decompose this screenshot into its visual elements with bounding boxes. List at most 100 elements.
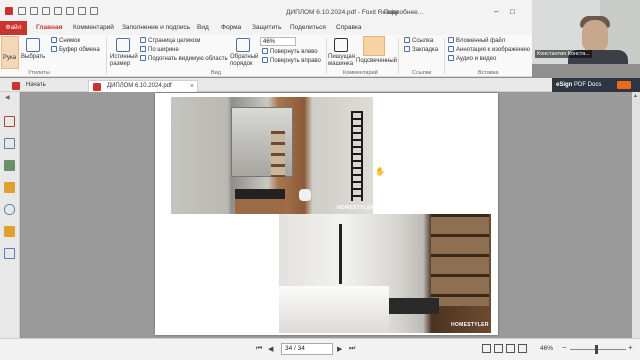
zoom-select[interactable]: 46% <box>260 37 296 46</box>
attachment-button[interactable]: Вложенный файл <box>448 37 505 44</box>
facing-view-icon[interactable] <box>506 344 515 353</box>
select-button[interactable]: Выбрать <box>21 54 45 60</box>
webcam-person-face <box>582 20 608 52</box>
tab-share[interactable]: Поделиться <box>290 24 326 31</box>
actual-size-button[interactable]: Истинный размер <box>110 54 138 68</box>
tab-protect[interactable]: Защитить <box>252 24 282 31</box>
maximize-icon[interactable]: □ <box>510 7 515 16</box>
attachment-icon[interactable] <box>4 204 15 215</box>
tab-start-label: Начать <box>26 82 46 88</box>
document-tab-row: Начать ДИПЛОМ 6.10.2024.pdf × <box>0 78 640 92</box>
clipboard-label: Буфер обмена <box>59 47 100 53</box>
hand-tool-icon[interactable] <box>90 7 98 15</box>
fit-page-button[interactable]: Страница целиком <box>140 37 200 44</box>
zoom-level: 46% <box>540 345 554 352</box>
undo-icon[interactable] <box>66 7 74 15</box>
comments-icon[interactable] <box>4 182 15 193</box>
print-icon[interactable] <box>42 7 50 15</box>
continuous-facing-view-icon[interactable] <box>518 344 527 353</box>
select-icon <box>26 38 40 52</box>
single-page-view-icon[interactable] <box>482 344 491 353</box>
render-shelves <box>431 214 489 306</box>
zoom-in-icon[interactable]: + <box>628 343 633 352</box>
layers-icon[interactable] <box>4 160 15 171</box>
minimize-icon[interactable]: – <box>494 7 498 16</box>
file-menu[interactable]: Файл <box>0 21 27 35</box>
fit-visible-icon <box>140 55 146 61</box>
fit-visible-label: Подогнать видимую область <box>148 56 228 62</box>
reverse-order-button[interactable]: Обратный порядок <box>230 54 258 68</box>
window-title: ДИПЛОМ 6.10.2024.pdf - Foxit Reader <box>286 9 400 16</box>
fit-page-icon <box>140 37 146 43</box>
zoom-out-icon[interactable]: − <box>562 343 567 352</box>
document-workspace[interactable]: HOMESTYLER HOMESTYLER ✋ <box>21 92 640 338</box>
page-number-input[interactable]: 34 / 34 <box>281 343 333 355</box>
highlight-icon <box>363 36 385 56</box>
prev-page-icon[interactable]: ◀ <box>268 345 273 353</box>
tab-view[interactable]: Вид <box>197 24 209 31</box>
zoom-slider-handle[interactable] <box>594 345 598 354</box>
last-page-icon[interactable]: ⏭ <box>349 345 355 353</box>
continuous-view-icon[interactable] <box>494 344 503 353</box>
tab-fill-sign[interactable]: Заполнение и подпись <box>122 24 190 31</box>
fit-page-label: Страница целиком <box>148 38 201 44</box>
audio-video-button[interactable]: Аудио и видео <box>448 55 496 62</box>
scroll-up-icon[interactable]: ▲ <box>633 93 638 99</box>
rotate-left-button[interactable]: Повернуть влево <box>262 48 318 55</box>
pages-icon[interactable] <box>4 116 15 127</box>
tab-document[interactable]: ДИПЛОМ 6.10.2024.pdf × <box>88 80 198 92</box>
home-icon <box>12 82 20 90</box>
status-bar: ⏮ ◀ 34 / 34 ▶ ⏭ 46% − + <box>0 338 640 360</box>
tab-comment[interactable]: Комментарий <box>73 24 114 31</box>
snapshot-button[interactable]: Снимок <box>51 37 80 44</box>
copy-icon[interactable] <box>4 138 15 149</box>
webcam-overlay: Константин Конста... <box>532 0 640 64</box>
pdf-icon <box>93 83 101 91</box>
link-button[interactable]: Ссылка <box>404 37 433 44</box>
bookmark-icon <box>404 46 410 52</box>
close-tab-icon[interactable]: × <box>190 81 194 92</box>
bookmark-button[interactable]: Закладка <box>404 46 438 53</box>
esign-banner[interactable]: eSign PDF Docs <box>552 78 640 92</box>
fit-width-button[interactable]: По ширине <box>140 46 179 53</box>
camera-icon <box>51 37 57 43</box>
fit-visible-button[interactable]: Подогнать видимую область <box>140 55 228 62</box>
rotate-right-button[interactable]: Повернуть вправо <box>262 57 321 64</box>
image-annotation-label: Аннотация к изображению <box>456 47 530 53</box>
pdf-page[interactable]: HOMESTYLER HOMESTYLER <box>155 93 498 335</box>
redo-icon[interactable] <box>78 7 86 15</box>
clipboard-button[interactable]: Буфер обмена <box>51 46 100 53</box>
esign-badge-icon <box>617 81 631 89</box>
rotate-left-icon <box>262 48 268 54</box>
tab-start[interactable]: Начать <box>8 80 86 92</box>
ribbon: Рука Выбрать Снимок Буфер обмена Утилиты… <box>0 35 532 77</box>
tab-form[interactable]: Форма <box>221 24 241 31</box>
sidebar-toggle-icon[interactable]: ◀ <box>5 94 10 101</box>
left-sidebar: ◀ <box>0 92 20 338</box>
title-bar: ДИПЛОМ 6.10.2024.pdf - Foxit Reader Подр… <box>0 0 532 21</box>
comment-group-label: Комментарий <box>343 70 378 76</box>
signature-icon[interactable] <box>4 248 15 259</box>
typewriter-button[interactable]: Пишущая машинка <box>328 54 358 68</box>
next-page-icon[interactable]: ▶ <box>337 345 342 353</box>
bathroom-render-top: HOMESTYLER <box>171 97 375 214</box>
watermark-top: HOMESTYLER <box>337 205 375 211</box>
image-annotation-button[interactable]: Аннотация к изображению <box>448 46 530 53</box>
first-page-icon[interactable]: ⏮ <box>256 345 262 353</box>
zoom-slider[interactable] <box>570 349 626 350</box>
vertical-scrollbar[interactable]: ▲ <box>632 92 640 338</box>
open-icon[interactable] <box>18 7 26 15</box>
render-towel-rail <box>351 111 363 201</box>
lock-icon[interactable] <box>4 226 15 237</box>
search-hint[interactable]: Подробнее... <box>384 9 423 16</box>
hand-button[interactable]: Рука <box>1 36 19 69</box>
esign-label: PDF Docs <box>574 82 602 88</box>
ribbon-separator <box>398 38 399 74</box>
highlight-button[interactable]: Подсвеченный <box>356 58 397 64</box>
tab-home[interactable]: Главная <box>36 24 62 31</box>
save-icon[interactable] <box>30 7 38 15</box>
email-icon[interactable] <box>54 7 62 15</box>
insert-group-label: Вставка <box>478 70 499 76</box>
render-shower <box>339 224 342 284</box>
tab-help[interactable]: Справка <box>336 24 362 31</box>
